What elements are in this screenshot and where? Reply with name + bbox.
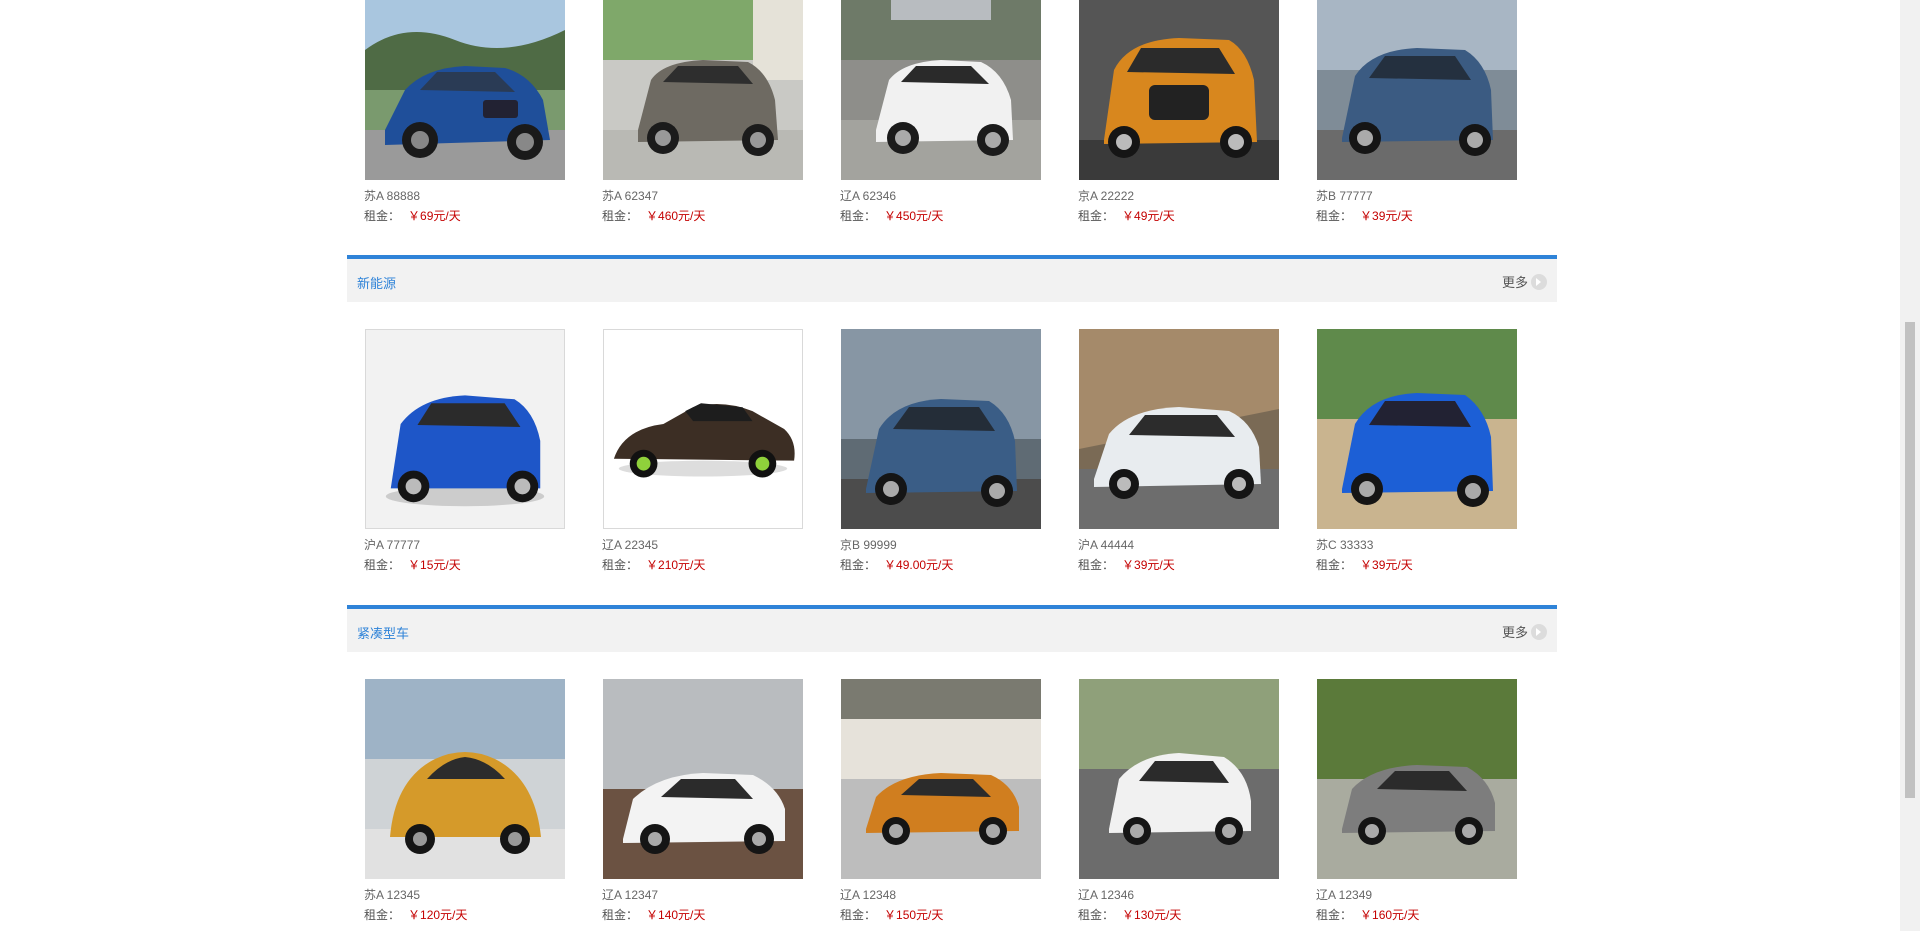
car-plate: 苏A 12345 <box>364 888 421 902</box>
arrow-right-icon <box>1531 623 1547 640</box>
rent-label: 租金： <box>840 908 877 922</box>
section-title[interactable]: 新能源 <box>357 273 396 292</box>
car-photo[interactable] <box>1317 329 1517 529</box>
rent-price: ￥120元/天 <box>408 908 468 922</box>
more-label: 更多 <box>1501 275 1528 290</box>
rent-label: 租金： <box>840 558 877 572</box>
car-photo[interactable] <box>841 329 1041 529</box>
car-photo[interactable] <box>841 679 1041 879</box>
rent-price: ￥140元/天 <box>646 908 706 922</box>
rent-price: ￥160元/天 <box>1360 908 1420 922</box>
rent-row: 租金： ￥49元/天 <box>1078 207 1175 224</box>
rent-label: 租金： <box>1316 558 1353 572</box>
car-plate: 京B 99999 <box>840 538 897 552</box>
rent-row: 租金： ￥39元/天 <box>1316 556 1413 573</box>
car-plate: 辽A 12347 <box>602 888 659 902</box>
car-plate: 苏B 77777 <box>1316 189 1373 203</box>
rent-row: 租金： ￥160元/天 <box>1316 906 1419 923</box>
rent-row: 租金： ￥210元/天 <box>602 556 705 573</box>
rent-price: ￥49元/天 <box>1122 209 1175 223</box>
car-photo[interactable] <box>1079 0 1279 180</box>
rent-row: 租金： ￥450元/天 <box>840 207 943 224</box>
more-link[interactable]: 更多 <box>1502 272 1547 291</box>
arrow-right-icon <box>1531 273 1547 290</box>
car-plate: 辽A 12348 <box>840 888 897 902</box>
rent-price: ￥39元/天 <box>1360 209 1413 223</box>
rent-label: 租金： <box>1316 209 1353 223</box>
section-title[interactable]: 紧凑型车 <box>357 623 409 642</box>
rent-price: ￥150元/天 <box>884 908 944 922</box>
rent-label: 租金： <box>1078 558 1115 572</box>
car-photo[interactable] <box>365 0 565 180</box>
car-photo[interactable] <box>603 679 803 879</box>
rent-row: 租金： ￥140元/天 <box>602 906 705 923</box>
rent-row: 租金： ￥460元/天 <box>602 207 705 224</box>
car-plate: 苏A 88888 <box>364 189 421 203</box>
rent-price: ￥69元/天 <box>408 209 461 223</box>
car-photo[interactable] <box>1079 679 1279 879</box>
rent-row: 租金： ￥15元/天 <box>364 556 461 573</box>
car-photo[interactable] <box>1317 679 1517 879</box>
car-photo[interactable] <box>841 0 1041 180</box>
rent-price: ￥39元/天 <box>1122 558 1175 572</box>
rent-row: 租金： ￥69元/天 <box>364 207 461 224</box>
rent-label: 租金： <box>840 209 877 223</box>
car-plate: 苏A 62347 <box>602 189 659 203</box>
rent-label: 租金： <box>364 908 401 922</box>
rent-price: ￥39元/天 <box>1360 558 1413 572</box>
rent-price: ￥210元/天 <box>646 558 706 572</box>
car-photo[interactable] <box>1079 329 1279 529</box>
rent-row: 租金： ￥49.00元/天 <box>840 556 953 573</box>
more-link[interactable]: 更多 <box>1502 622 1547 641</box>
car-plate: 辽A 12346 <box>1078 888 1135 902</box>
page: 苏A 88888 租金： ￥69元/天 苏A 62347 租金： ￥460元/天… <box>0 0 1900 931</box>
rent-row: 租金： ￥39元/天 <box>1316 207 1413 224</box>
rent-label: 租金： <box>1078 908 1115 922</box>
rent-row: 租金： ￥130元/天 <box>1078 906 1181 923</box>
rent-row: 租金： ￥120元/天 <box>364 906 467 923</box>
rent-label: 租金： <box>602 209 639 223</box>
vertical-scrollbar[interactable] <box>1900 0 1920 931</box>
car-plate: 沪A 77777 <box>364 538 421 552</box>
car-plate: 苏C 33333 <box>1316 538 1374 552</box>
car-plate: 辽A 22345 <box>602 538 659 552</box>
more-label: 更多 <box>1501 625 1528 640</box>
car-photo[interactable] <box>603 329 803 529</box>
rent-label: 租金： <box>602 558 639 572</box>
car-photo[interactable] <box>603 0 803 180</box>
car-plate: 辽A 12349 <box>1316 888 1373 902</box>
car-photo[interactable] <box>365 679 565 879</box>
rent-price: ￥460元/天 <box>646 209 706 223</box>
car-photo[interactable] <box>365 329 565 529</box>
car-photo[interactable] <box>1317 0 1517 180</box>
rent-label: 租金： <box>1078 209 1115 223</box>
rent-price: ￥49.00元/天 <box>884 558 954 572</box>
section-header-new-energy: 新能源 更多 <box>347 255 1557 302</box>
car-plate: 沪A 44444 <box>1078 538 1135 552</box>
rent-label: 租金： <box>1316 908 1353 922</box>
rent-label: 租金： <box>364 209 401 223</box>
section-header-compact: 紧凑型车 更多 <box>347 605 1557 652</box>
rent-price: ￥15元/天 <box>408 558 461 572</box>
rent-label: 租金： <box>602 908 639 922</box>
rent-row: 租金： ￥150元/天 <box>840 906 943 923</box>
rent-price: ￥450元/天 <box>884 209 944 223</box>
car-plate: 辽A 62346 <box>840 189 897 203</box>
rent-row: 租金： ￥39元/天 <box>1078 556 1175 573</box>
rent-price: ￥130元/天 <box>1122 908 1182 922</box>
car-plate: 京A 22222 <box>1078 189 1135 203</box>
scrollbar-thumb[interactable] <box>1905 322 1915 798</box>
rent-label: 租金： <box>364 558 401 572</box>
